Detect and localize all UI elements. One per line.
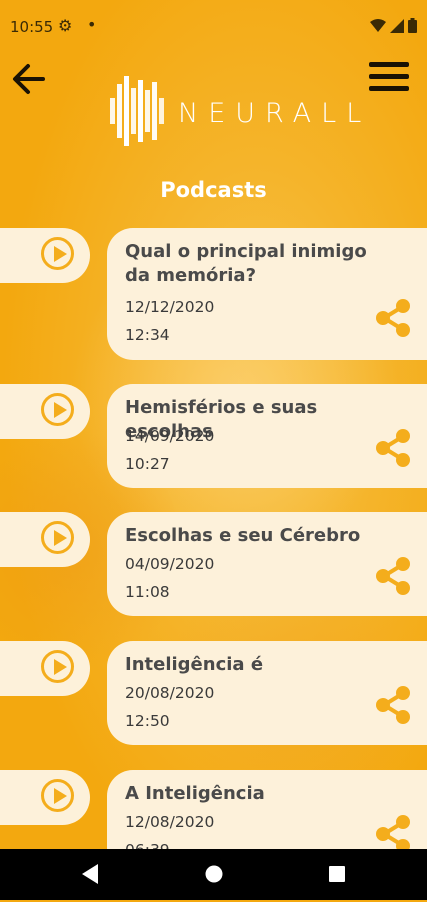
system-nav-bar [0, 849, 427, 900]
page-title: Podcasts [160, 178, 267, 202]
play-button[interactable] [0, 770, 90, 825]
share-icon[interactable] [374, 685, 414, 725]
back-triangle-icon[interactable] [80, 863, 100, 885]
play-button[interactable] [0, 228, 90, 283]
podcast-time: 12:50 [125, 712, 170, 730]
podcast-date: 12/12/2020 [125, 298, 215, 316]
play-button[interactable] [0, 384, 90, 439]
signal-icon [390, 18, 404, 33]
share-icon[interactable] [374, 428, 414, 468]
podcast-title: A Inteligência [125, 783, 265, 804]
podcast-card[interactable]: Qual o principal inimigo da memória? 12/… [107, 228, 427, 360]
podcast-item: Hemisférios e suas escolhas 14/09/2020 1… [0, 384, 427, 516]
podcast-time: 11:08 [125, 583, 170, 601]
podcast-title: Qual o principal inimigo da memória? [125, 241, 367, 286]
podcast-card[interactable]: Escolhas e seu Cérebro 04/09/2020 11:08 [107, 512, 427, 616]
share-icon[interactable] [374, 814, 414, 854]
podcast-date: 20/08/2020 [125, 684, 215, 702]
wifi-icon [370, 18, 386, 32]
play-icon [41, 393, 74, 426]
hamburger-menu-icon[interactable] [369, 62, 409, 94]
podcast-item: Escolhas e seu Cérebro 04/09/2020 11:08 [0, 512, 427, 644]
share-icon[interactable] [374, 298, 414, 338]
play-icon [41, 237, 74, 270]
play-button[interactable] [0, 512, 90, 567]
play-icon [41, 521, 74, 554]
gear-icon: ⚙ [58, 16, 73, 35]
podcast-item: Qual o principal inimigo da memória? 12/… [0, 228, 427, 360]
podcast-time: 12:34 [125, 326, 170, 344]
podcast-date: 04/09/2020 [125, 555, 215, 573]
dot-icon: • [87, 15, 97, 34]
play-button[interactable] [0, 641, 90, 696]
status-bar: 10:55 ⚙ • [0, 0, 427, 56]
logo-text: NEURALL [178, 98, 372, 129]
back-arrow-icon[interactable] [12, 63, 46, 95]
podcast-title: Escolhas e seu Cérebro [125, 525, 361, 546]
play-icon [41, 650, 74, 683]
app-logo: NEURALL [108, 76, 361, 146]
status-time: 10:55 [10, 18, 54, 36]
play-icon [41, 779, 74, 812]
podcast-title: Inteligência é [125, 654, 264, 675]
podcast-card[interactable]: Hemisférios e suas escolhas 14/09/2020 1… [107, 384, 427, 488]
logo-waveform-icon [110, 76, 164, 146]
system-icons [370, 18, 417, 33]
battery-icon [408, 18, 417, 33]
podcast-item: Inteligência é 20/08/2020 12:50 [0, 641, 427, 773]
share-icon[interactable] [374, 556, 414, 596]
podcast-date: 12/08/2020 [125, 813, 215, 831]
podcast-card[interactable]: Inteligência é 20/08/2020 12:50 [107, 641, 427, 745]
recents-square-icon[interactable] [327, 863, 347, 885]
podcast-time: 10:27 [125, 455, 170, 473]
home-circle-icon[interactable] [204, 863, 224, 885]
podcast-date: 14/09/2020 [125, 427, 215, 445]
